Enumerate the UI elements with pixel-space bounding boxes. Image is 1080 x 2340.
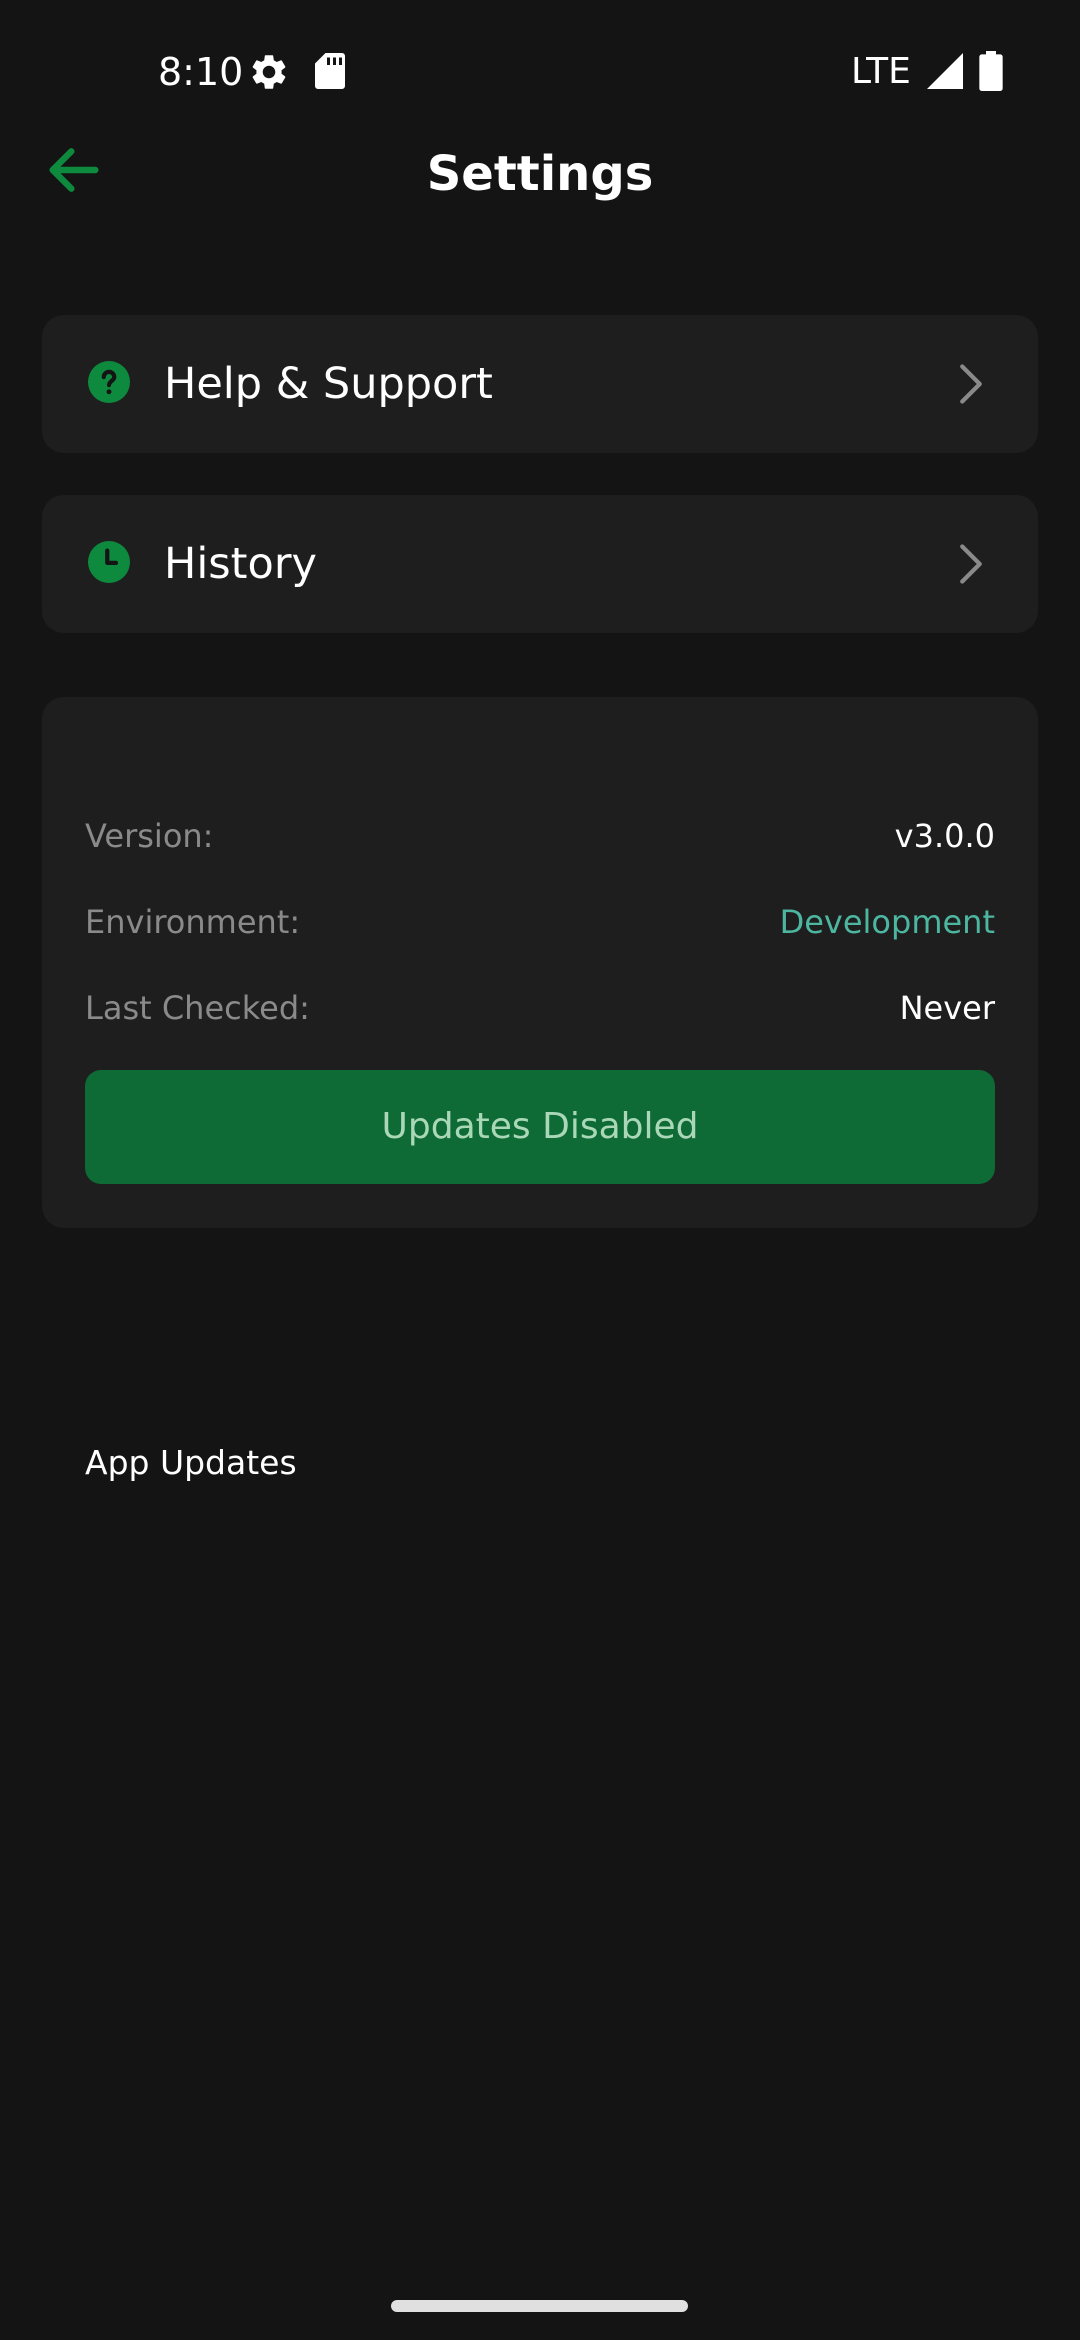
- updates-disabled-button[interactable]: Updates Disabled: [85, 1070, 995, 1184]
- app-updates-title: App Updates: [85, 1443, 297, 1482]
- settings-gear-icon: [252, 55, 286, 89]
- last-checked-label: Last Checked:: [85, 989, 310, 1027]
- history-label: History: [164, 539, 317, 589]
- version-row: Version: v3.0.0: [85, 812, 995, 860]
- clock-icon: [88, 541, 130, 583]
- sd-card-icon: [315, 53, 345, 89]
- environment-row: Environment: Development: [85, 898, 995, 946]
- page-title: Settings: [426, 146, 654, 202]
- environment-label: Environment:: [85, 903, 301, 941]
- version-value: v3.0.0: [894, 817, 995, 855]
- battery-icon: [979, 51, 1003, 91]
- help-support-label: Help & Support: [164, 359, 493, 409]
- last-checked-row: Last Checked: Never: [85, 984, 995, 1032]
- chevron-right-icon: [960, 544, 982, 584]
- version-label: Version:: [85, 817, 214, 855]
- status-bar: 8:10 LTE: [0, 0, 1080, 140]
- home-indicator[interactable]: [391, 2300, 688, 2312]
- help-support-item[interactable]: Help & Support: [42, 315, 1038, 453]
- help-circle-icon: [88, 361, 130, 403]
- chevron-right-icon: [960, 364, 982, 404]
- history-item[interactable]: History: [42, 495, 1038, 633]
- environment-value: Development: [779, 903, 995, 941]
- signal-icon: [927, 53, 963, 89]
- network-type: LTE: [851, 51, 911, 92]
- status-time: 8:10: [158, 50, 244, 94]
- last-checked-value: Never: [899, 989, 995, 1027]
